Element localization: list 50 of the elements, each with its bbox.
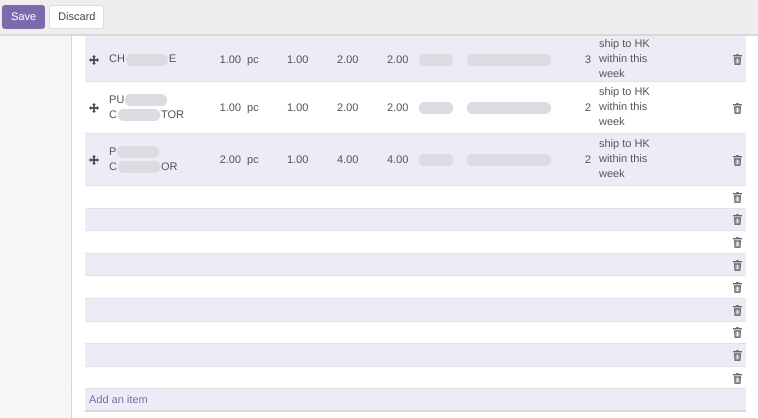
product-name: C (109, 160, 117, 174)
table-cell-text: 2 (584, 102, 591, 114)
redacted-text (125, 94, 168, 106)
table-cell-text: 1.00 (287, 154, 310, 166)
trash-icon[interactable] (733, 282, 742, 294)
table-cell: ship to HK within this week (599, 137, 650, 182)
table-cell-text: 1.00 (218, 102, 241, 114)
trash-icon[interactable] (733, 304, 742, 316)
table-cell-text: 2 (584, 154, 591, 166)
move-icon[interactable] (89, 102, 99, 112)
product-name: TOR (160, 108, 184, 122)
trash-icon[interactable] (733, 350, 742, 361)
trash-icon[interactable] (733, 192, 742, 203)
trash-icon[interactable] (733, 236, 742, 248)
product-name: C (109, 108, 117, 122)
discard-button[interactable]: Discard (49, 5, 104, 29)
table-cell-text: 1.00 (218, 54, 241, 66)
table-row[interactable]: P C OR 2.00 pc 1.00 4.00 4.00 2 ship to HK within this week (85, 134, 746, 186)
add-item-link[interactable]: Add an item (89, 394, 148, 406)
table-cell-text: 1.00 (287, 54, 310, 66)
table-cell-text: 4.00 (337, 154, 360, 166)
trash-icon[interactable] (733, 154, 742, 166)
table-cell-text: 4.00 (387, 154, 410, 166)
table-cell-text: pc (247, 154, 260, 166)
trash-icon[interactable] (733, 327, 742, 338)
trash-icon[interactable] (733, 214, 742, 226)
trash-icon[interactable] (733, 102, 742, 114)
save-button[interactable]: Save (2, 5, 46, 29)
product-name: CH (109, 52, 125, 67)
table-cell-text: 2.00 (337, 54, 360, 66)
table-cell-text: 2.00 (337, 102, 360, 114)
trash-icon[interactable] (733, 372, 742, 384)
product-name: PU (109, 92, 124, 108)
table-cell-text: 2.00 (218, 154, 241, 166)
trash-icon[interactable] (733, 54, 742, 64)
product-name: P (109, 144, 116, 160)
table-cell-text: 3 (584, 54, 591, 66)
table-cell-text: pc (247, 102, 260, 114)
move-icon[interactable] (89, 54, 99, 64)
table-cell-text: 1.00 (287, 102, 310, 114)
move-icon[interactable] (89, 154, 99, 164)
product-name: E (168, 52, 176, 67)
table-cell: ship to HK within this week (599, 85, 650, 130)
redacted-text (419, 102, 453, 114)
redacted-text (118, 109, 160, 121)
table-cell-text: 2.00 (387, 54, 410, 66)
table-cell-text: pc (247, 54, 260, 66)
trash-icon[interactable] (733, 260, 742, 271)
product-name: OR (160, 160, 178, 174)
table-cell-text: 2.00 (387, 102, 410, 114)
